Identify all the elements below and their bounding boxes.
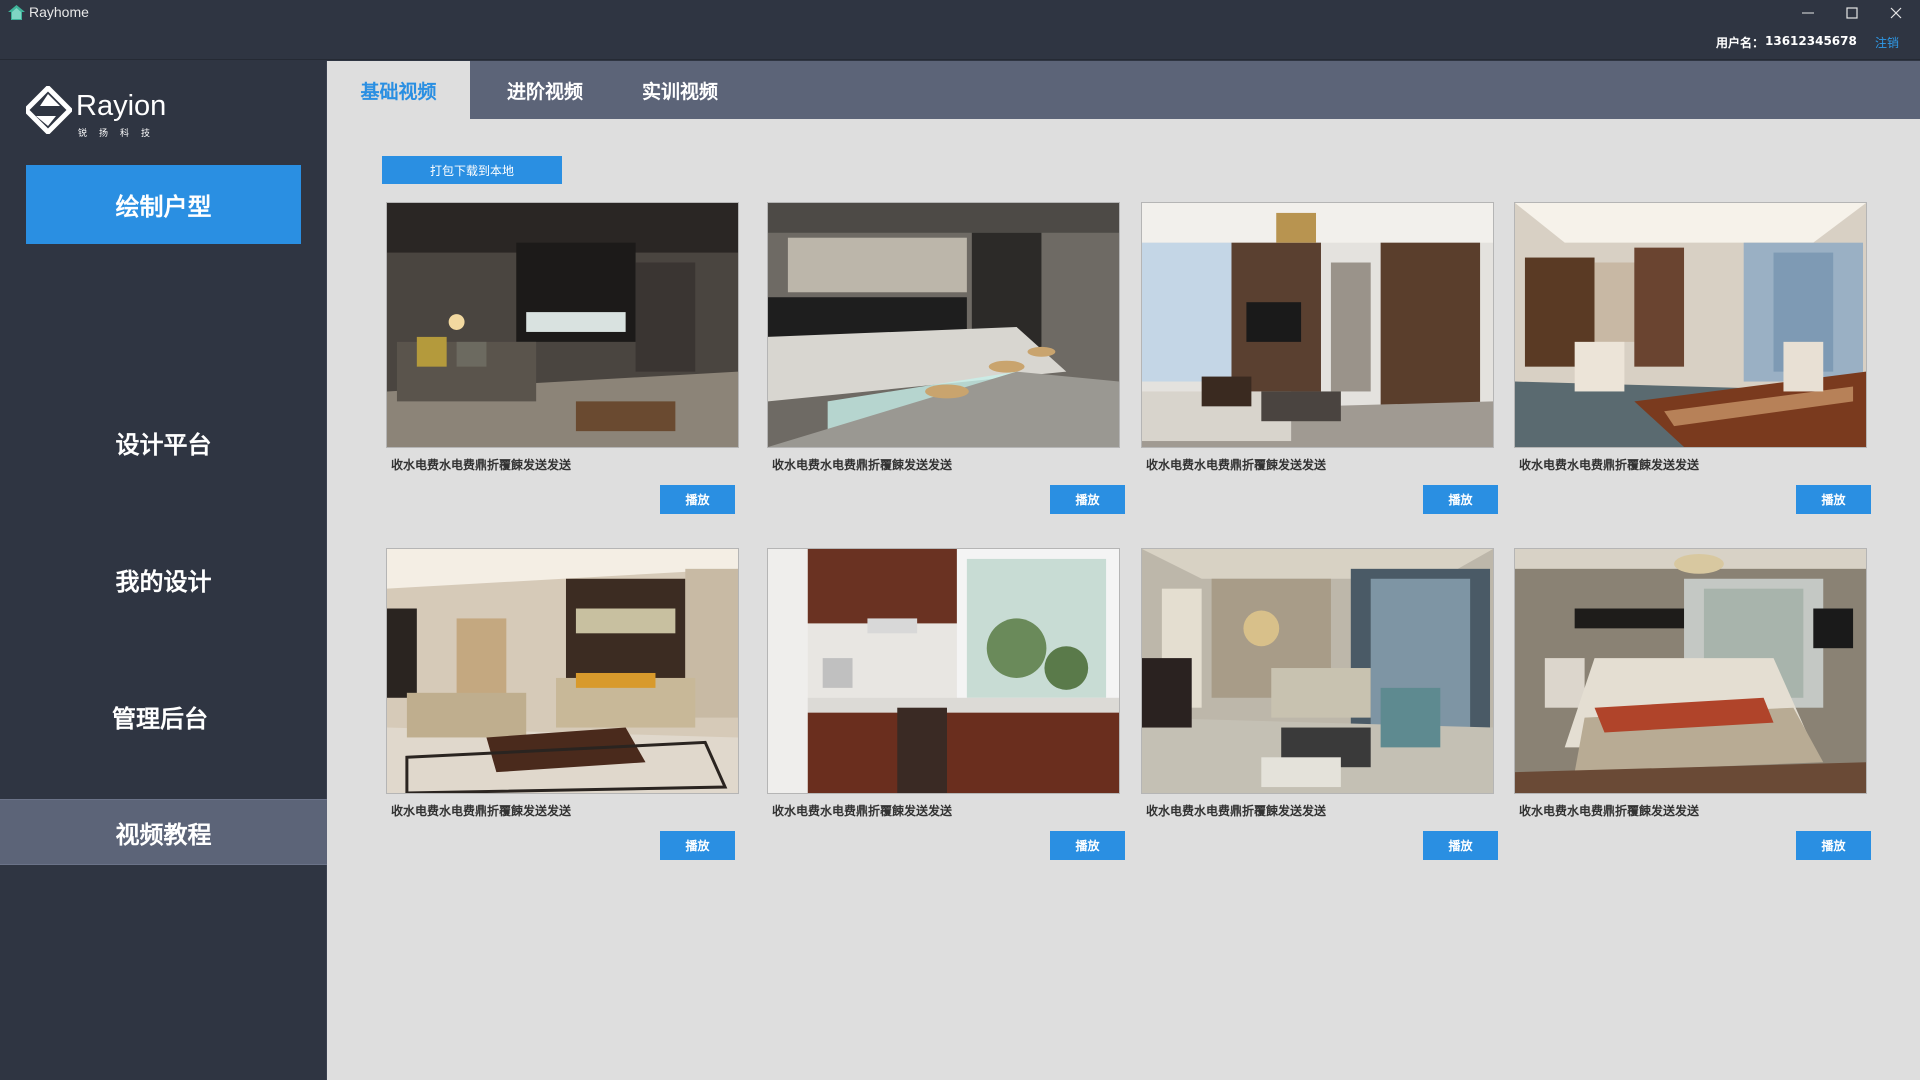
logout-link[interactable]: 注销 xyxy=(1875,34,1899,51)
download-package-button[interactable]: 打包下载到本地 xyxy=(382,156,562,184)
play-label: 播放 xyxy=(1448,493,1473,507)
draw-floorplan-label: 绘制户型 xyxy=(115,193,212,221)
minimize-button[interactable] xyxy=(1786,0,1830,25)
video-thumbnail[interactable] xyxy=(1514,548,1867,794)
tab-training-videos[interactable]: 实训视频 xyxy=(620,61,740,119)
video-caption: 收水电费水电费鼎折覆餗发送发送 xyxy=(1519,458,1700,472)
maximize-icon xyxy=(1846,6,1858,19)
video-caption: 收水电费水电费鼎折覆餗发送发送 xyxy=(772,458,953,472)
play-label: 播放 xyxy=(1448,839,1473,853)
video-thumbnail[interactable] xyxy=(767,202,1120,448)
tab-basic-videos[interactable]: 基础视频 xyxy=(327,61,470,119)
tab-label: 进阶视频 xyxy=(506,80,583,103)
play-label: 播放 xyxy=(1075,839,1100,853)
play-button[interactable]: 播放 xyxy=(1796,831,1871,860)
play-button[interactable]: 播放 xyxy=(1050,831,1125,860)
main-content: 基础视频 进阶视频 实训视频 打包下载到本地 收水电费水电费鼎折覆餗发送发送 播… xyxy=(327,61,1920,1080)
video-caption: 收水电费水电费鼎折覆餗发送发送 xyxy=(1146,804,1327,818)
rayion-logo: Rayion 锐扬科技 xyxy=(26,86,186,141)
play-label: 播放 xyxy=(685,493,710,507)
minimize-icon xyxy=(1802,12,1814,13)
play-button[interactable]: 播放 xyxy=(1796,485,1871,514)
draw-floorplan-button[interactable]: 绘制户型 xyxy=(26,165,301,244)
logo-mark-icon xyxy=(26,86,72,134)
username-value: 13612345678 xyxy=(1765,34,1857,48)
logo-subtitle: 锐扬科技 xyxy=(78,129,163,139)
close-button[interactable] xyxy=(1874,0,1918,25)
close-icon xyxy=(1890,7,1902,18)
play-button[interactable]: 播放 xyxy=(1423,831,1498,860)
video-thumbnail[interactable] xyxy=(767,548,1120,794)
tab-label: 实训视频 xyxy=(641,80,718,103)
maximize-button[interactable] xyxy=(1830,0,1874,25)
video-caption: 收水电费水电费鼎折覆餗发送发送 xyxy=(1519,804,1700,818)
house-icon xyxy=(8,5,25,20)
play-label: 播放 xyxy=(1821,493,1846,507)
play-button[interactable]: 播放 xyxy=(1423,485,1498,514)
video-thumbnail[interactable] xyxy=(1514,202,1867,448)
play-button[interactable]: 播放 xyxy=(660,831,735,860)
sidebar-item-label: 管理后台 xyxy=(112,704,208,733)
sidebar-item-design-platform[interactable]: 设计平台 xyxy=(26,417,301,467)
play-button[interactable]: 播放 xyxy=(1050,485,1125,514)
play-label: 播放 xyxy=(1821,839,1846,853)
window-title: Rayhome xyxy=(29,4,89,20)
sidebar-item-label: 我的设计 xyxy=(115,567,212,596)
title-bar: Rayhome xyxy=(0,0,1920,25)
video-caption: 收水电费水电费鼎折覆餗发送发送 xyxy=(391,804,572,818)
video-caption: 收水电费水电费鼎折覆餗发送发送 xyxy=(1146,458,1327,472)
download-label: 打包下载到本地 xyxy=(429,163,514,178)
logo-text: Rayion xyxy=(76,90,167,122)
username-label: 用户名： xyxy=(1716,36,1765,50)
play-button[interactable]: 播放 xyxy=(660,485,735,514)
sidebar-item-my-designs[interactable]: 我的设计 xyxy=(26,554,301,604)
sidebar-item-video-tutorials[interactable]: 视频教程 xyxy=(0,799,327,865)
video-thumbnail[interactable] xyxy=(1141,548,1494,794)
sidebar-item-label: 设计平台 xyxy=(115,430,212,459)
sidebar-item-admin[interactable]: 管理后台 xyxy=(26,691,294,741)
sidebar-item-label: 视频教程 xyxy=(115,820,212,849)
play-label: 播放 xyxy=(1075,493,1100,507)
video-thumbnail[interactable] xyxy=(1141,202,1494,448)
tab-bar: 基础视频 进阶视频 实训视频 xyxy=(327,61,1920,119)
tab-advanced-videos[interactable]: 进阶视频 xyxy=(470,61,620,119)
video-thumbnail[interactable] xyxy=(386,202,739,448)
play-label: 播放 xyxy=(685,839,710,853)
sidebar: Rayion 锐扬科技 绘制户型 设计平台 我的设计 管理后台 视频教程 xyxy=(0,61,327,1080)
user-info-bar: 用户名： 13612345678 注销 xyxy=(0,25,1920,60)
video-caption: 收水电费水电费鼎折覆餗发送发送 xyxy=(391,458,572,472)
video-caption: 收水电费水电费鼎折覆餗发送发送 xyxy=(772,804,953,818)
tab-label: 基础视频 xyxy=(360,80,437,103)
video-thumbnail[interactable] xyxy=(386,548,739,794)
